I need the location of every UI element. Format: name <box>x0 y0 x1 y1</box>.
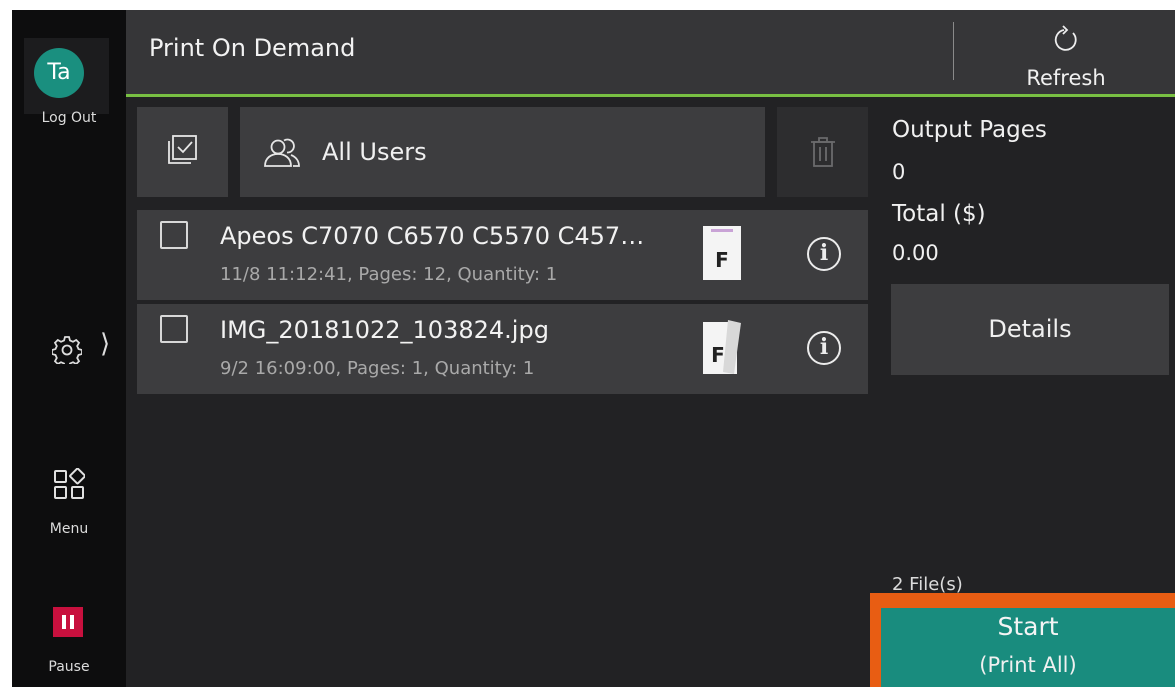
gear-icon[interactable] <box>51 334 83 368</box>
info-icon[interactable]: i <box>807 237 841 271</box>
output-pages-value: 0 <box>892 160 906 184</box>
pause-label[interactable]: Pause <box>12 659 126 675</box>
files-count: 2 File(s) <box>892 574 963 595</box>
header-bar: Print On Demand Refresh <box>126 10 1175 94</box>
refresh-label: Refresh <box>1026 66 1106 90</box>
start-sublabel: (Print All) <box>979 653 1077 677</box>
user-avatar[interactable]: Ta <box>34 48 84 98</box>
user-filter-label: All Users <box>322 138 427 166</box>
logout-label[interactable]: Log Out <box>12 110 126 126</box>
user-filter-button[interactable]: All Users <box>240 107 765 197</box>
details-button[interactable]: Details <box>891 284 1169 375</box>
delete-button[interactable] <box>777 107 868 197</box>
menu-label[interactable]: Menu <box>12 521 126 537</box>
header-divider <box>953 22 954 80</box>
refresh-icon <box>1054 25 1077 51</box>
print-on-demand-screen: Ta Log Out ⟩ Menu Pause Print On Demand … <box>12 10 1175 687</box>
document-thumbnail-icon: F <box>703 226 741 280</box>
select-all-button[interactable] <box>137 107 228 197</box>
file-row[interactable]: IMG_20181022_103824.jpg 9/2 16:09:00, Pa… <box>137 304 868 394</box>
users-icon <box>264 138 300 167</box>
select-all-icon <box>168 135 197 164</box>
image-thumbnail-icon: F <box>703 320 741 374</box>
file-name: Apeos C7070 C6570 C5570 C457… <box>220 222 645 250</box>
file-name: IMG_20181022_103824.jpg <box>220 316 549 344</box>
total-value: 0.00 <box>892 241 939 265</box>
file-checkbox[interactable] <box>160 221 188 249</box>
start-label: Start <box>997 612 1059 641</box>
total-label: Total ($) <box>892 201 986 227</box>
header-accent-line <box>126 94 1175 97</box>
menu-grid-icon[interactable] <box>53 467 86 504</box>
start-button[interactable]: Start (Print All) <box>881 608 1175 687</box>
file-meta: 11/8 11:12:41, Pages: 12, Quantity: 1 <box>220 264 558 285</box>
refresh-button[interactable]: Refresh <box>1006 16 1126 90</box>
file-meta: 9/2 16:09:00, Pages: 1, Quantity: 1 <box>220 358 535 379</box>
svg-text:F: F <box>711 343 725 367</box>
chevron-right-icon[interactable]: ⟩ <box>100 331 110 357</box>
file-checkbox[interactable] <box>160 315 188 343</box>
page-title: Print On Demand <box>149 34 356 62</box>
file-row[interactable]: Apeos C7070 C6570 C5570 C457… 11/8 11:12… <box>137 210 868 300</box>
svg-text:F: F <box>715 248 729 272</box>
output-pages-label: Output Pages <box>892 117 1047 143</box>
pause-button[interactable] <box>53 607 83 637</box>
trash-icon <box>811 137 835 167</box>
info-icon[interactable]: i <box>807 331 841 365</box>
